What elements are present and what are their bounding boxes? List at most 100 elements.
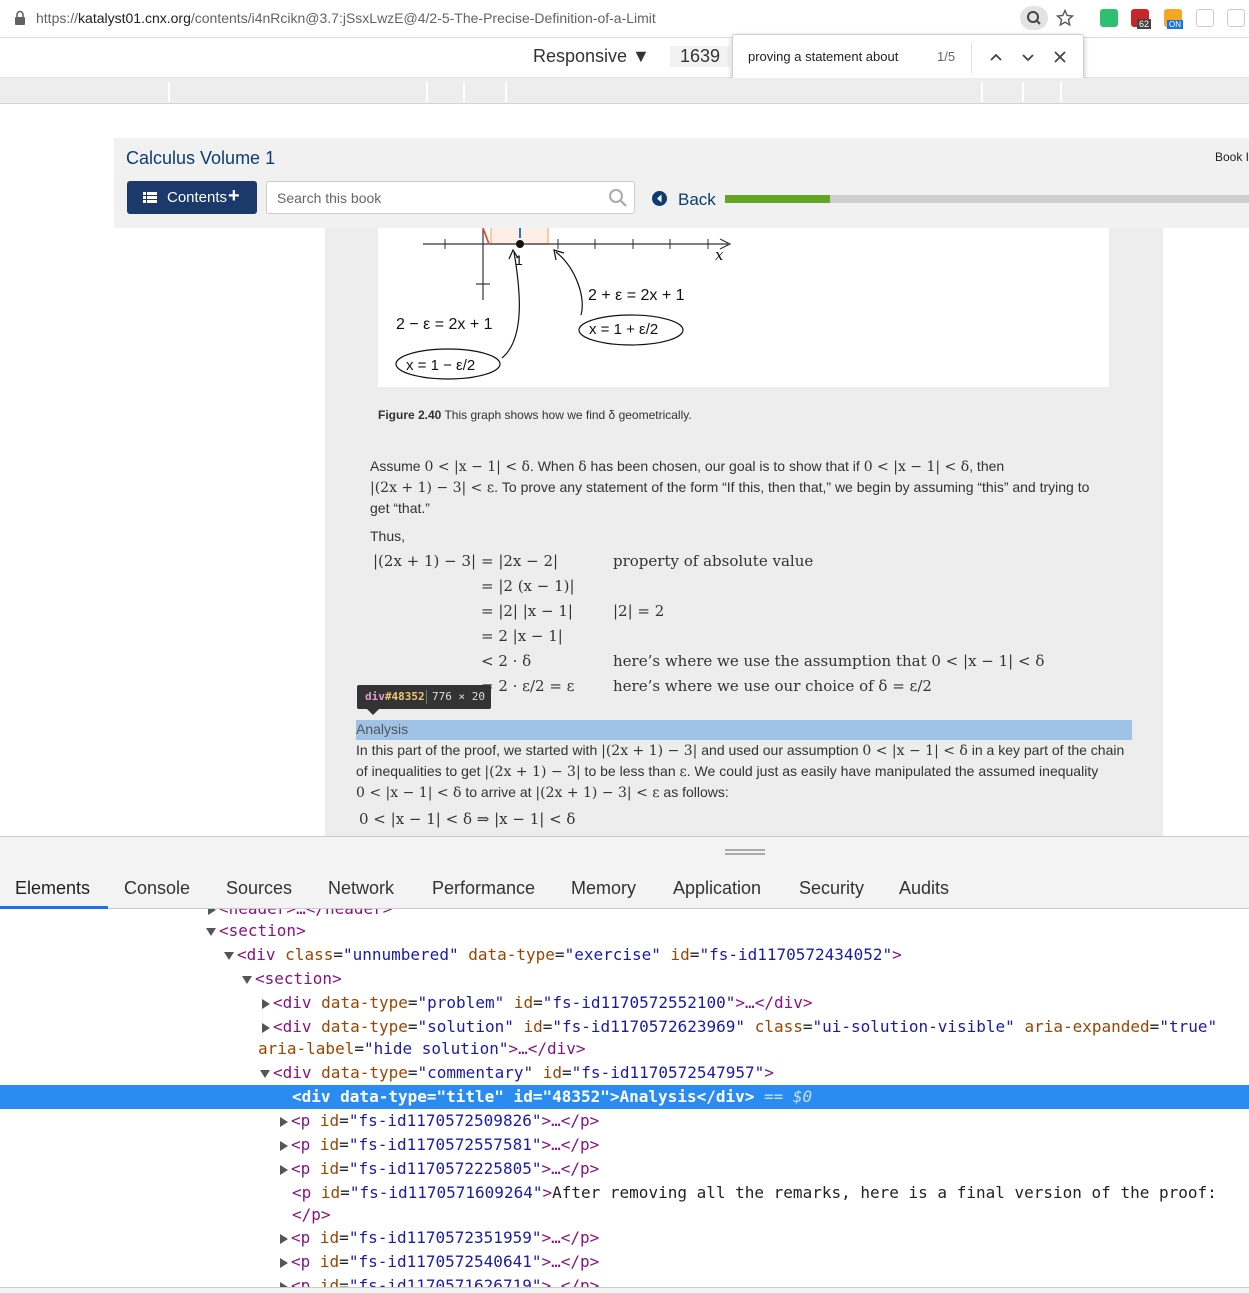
- delta-epsilon-graph: x 1 2 − ε = 2x + 1 x = 1 − ε/2 2 + ε = 2…: [395, 227, 732, 380]
- lock-icon: [15, 10, 25, 25]
- on-badge: ON: [1167, 20, 1183, 29]
- tab-console[interactable]: Console: [124, 878, 190, 899]
- dom-attr-value: "commentary": [417, 1063, 534, 1082]
- ruler-breakpoint[interactable]: [1060, 82, 1062, 102]
- on-extension-icon[interactable]: ON: [1164, 9, 1183, 29]
- ruler-breakpoint[interactable]: [426, 82, 428, 102]
- calendar-extension-icon[interactable]: 62: [1131, 9, 1152, 29]
- dom-node-paragraph[interactable]: <p id="fs-id1170572225805">…</p>: [0, 1157, 1249, 1181]
- back-label: Back: [678, 190, 716, 209]
- tab-performance[interactable]: Performance: [432, 878, 535, 899]
- dom-node-selected-title[interactable]: <div data-type="title" id="48352">Analys…: [0, 1085, 1249, 1109]
- dom-node-paragraph[interactable]: <p id="fs-id1170572557581">…</p>: [0, 1133, 1249, 1157]
- tab-audits[interactable]: Audits: [899, 878, 949, 899]
- dom-attr-name: data-type: [321, 1017, 408, 1036]
- figure-number: Figure 2.40: [378, 408, 442, 422]
- dom-tag: <section>: [219, 921, 306, 940]
- dom-node-section[interactable]: <section>: [0, 919, 1249, 943]
- find-previous-button[interactable]: [985, 46, 1007, 68]
- dom-tag: <div: [273, 1063, 322, 1082]
- ruler-breakpoint[interactable]: [1022, 82, 1024, 102]
- dom-attr-value: "hide solution": [363, 1039, 509, 1058]
- page-viewport: Calculus Volume 1 Book I Contents + Back: [0, 104, 1249, 836]
- book-search-input[interactable]: [277, 188, 597, 208]
- dom-selected-marker: == $0: [754, 1087, 813, 1106]
- dom-tag: <div: [237, 945, 286, 964]
- tab-memory[interactable]: Memory: [571, 878, 636, 899]
- dom-node-paragraph[interactable]: <p id="fs-id1170572540641">…</p>: [0, 1250, 1249, 1274]
- figure-caption: Figure 2.40 This graph shows how we find…: [378, 408, 692, 422]
- drag-grip-icon[interactable]: [725, 849, 765, 855]
- dom-attr-name: data-type: [321, 1063, 408, 1082]
- inspector-highlight: [356, 720, 1132, 740]
- find-close-button[interactable]: [1049, 46, 1071, 68]
- browser-address-bar[interactable]: https://katalyst01.cnx.org/contents/i4nR…: [0, 0, 1249, 38]
- dom-attr-value: "fs-id1170572509826": [348, 1111, 542, 1130]
- equation-rhs: = |2| |x − 1|: [481, 602, 573, 620]
- devtools-tab-bar: Elements Console Sources Network Performance…: [0, 867, 1249, 909]
- dom-node-paragraph[interactable]: <p id="fs-id1170572509826">…</p>: [0, 1109, 1249, 1133]
- text-run: In this part of the proof, we started wi…: [356, 742, 602, 758]
- media-query-ruler[interactable]: [0, 78, 1249, 104]
- devtools-bottom-bar: [0, 1287, 1249, 1293]
- math-inline: |(2x + 1) − 3|: [484, 764, 581, 780]
- tab-security[interactable]: Security: [799, 878, 864, 899]
- dom-attr-value: "fs-id1170572623969": [552, 1017, 746, 1036]
- ruler-breakpoint[interactable]: [981, 82, 983, 102]
- tab-network[interactable]: Network: [328, 878, 394, 899]
- ruler-breakpoint[interactable]: [168, 82, 170, 102]
- viewport-width-input[interactable]: 1639: [670, 46, 730, 67]
- figure-eq-right: 2 + ε = 2x + 1: [588, 287, 685, 304]
- dom-attr-name: class: [285, 945, 334, 964]
- chevron-up-icon: [990, 53, 1002, 61]
- text-run: has been chosen, our goal is to show tha…: [586, 458, 864, 474]
- book-details-link[interactable]: Book I: [1215, 150, 1249, 164]
- dom-node-problem[interactable]: <div data-type="problem" id="fs-id117057…: [0, 991, 1249, 1015]
- calendar-badge: 62: [1137, 19, 1152, 29]
- dom-tag: <header>…</header>: [219, 909, 392, 918]
- reading-progress-fill: [725, 195, 830, 203]
- url-text[interactable]: https://katalyst01.cnx.org/contents/i4nR…: [36, 10, 656, 26]
- tab-elements[interactable]: Elements: [15, 878, 90, 899]
- dom-node-inner-section[interactable]: <section>: [0, 967, 1249, 991]
- equation-note: |2| = 2: [613, 602, 665, 620]
- zoom-lens-icon[interactable]: [1020, 6, 1048, 30]
- equation-note: here’s where we use the assumption that …: [613, 652, 1045, 670]
- dom-node-exercise[interactable]: <div class="unnumbered" data-type="exerc…: [0, 943, 1249, 967]
- extension-face-icon[interactable]: [1100, 9, 1118, 27]
- math-inline: |(2x + 1) − 3| < ε: [370, 480, 495, 496]
- find-in-page-bar: proving a statement about 1/5: [732, 34, 1084, 80]
- find-query-input[interactable]: proving a statement about: [748, 49, 898, 64]
- elements-dom-tree[interactable]: <header>…</header> <section> <div class=…: [0, 909, 1249, 1293]
- reader-extension-icon[interactable]: [1227, 9, 1245, 27]
- tab-application[interactable]: Application: [673, 878, 761, 899]
- dom-node-solution[interactable]: <div data-type="solution" id="fs-id11705…: [0, 1015, 1249, 1039]
- book-title[interactable]: Calculus Volume 1: [126, 148, 275, 169]
- ruler-breakpoint[interactable]: [463, 82, 465, 102]
- tooltip-size: 776 × 20: [432, 690, 485, 703]
- chat-extension-icon[interactable]: [1196, 9, 1214, 27]
- book-search-box[interactable]: [266, 181, 635, 214]
- dom-node-paragraph[interactable]: <p id="fs-id1170572351959">…</p>: [0, 1226, 1249, 1250]
- responsive-mode-select[interactable]: Responsive ▼: [533, 46, 650, 67]
- contents-button[interactable]: Contents +: [127, 181, 257, 214]
- star-icon[interactable]: [1055, 8, 1075, 27]
- tooltip-selector: div#48352: [365, 690, 425, 703]
- ruler-breakpoint[interactable]: [505, 82, 507, 102]
- text-run: as follows:: [659, 784, 729, 800]
- dom-attr-name: id: [523, 1017, 543, 1036]
- search-icon[interactable]: [608, 188, 628, 208]
- book-content: x 1 2 − ε = 2x + 1 x = 1 − ε/2 2 + ε = 2…: [325, 227, 1163, 836]
- text-run: to be less than: [580, 763, 680, 779]
- dom-node-solution-cont[interactable]: aria-label="hide solution">…</div>: [0, 1037, 1249, 1061]
- dom-node-final-proof-close[interactable]: </p>: [0, 1203, 1249, 1227]
- equation-rhs: < 2 · δ: [481, 652, 532, 670]
- dom-attr-name: id: [513, 993, 534, 1012]
- tab-sources[interactable]: Sources: [226, 878, 292, 899]
- find-next-button[interactable]: [1017, 46, 1039, 68]
- dom-node-final-proof[interactable]: <p id="fs-id1170571609264">After removin…: [0, 1181, 1249, 1205]
- devtools-resize-handle[interactable]: [0, 837, 1249, 867]
- plus-icon: +: [228, 185, 240, 207]
- tooltip-id: #48352: [384, 690, 425, 703]
- dom-node-commentary[interactable]: <div data-type="commentary" id="fs-id117…: [0, 1061, 1249, 1085]
